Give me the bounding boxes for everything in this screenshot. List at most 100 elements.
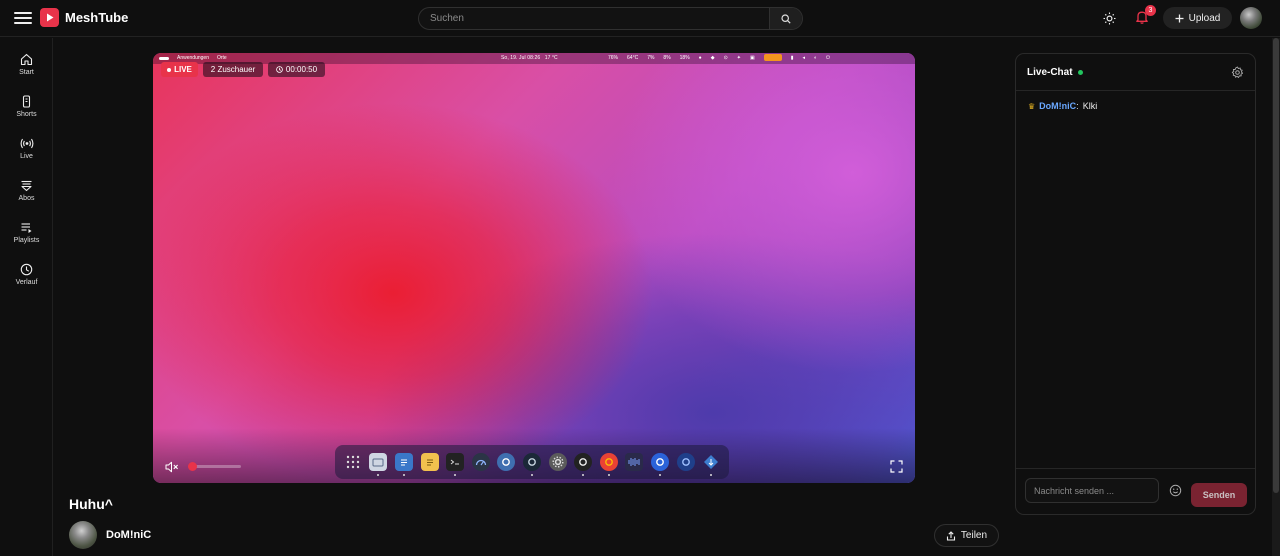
sidebar-item-verlauf[interactable]: Verlauf: [0, 255, 53, 293]
live-dot-icon: [167, 67, 172, 72]
remote-stat: 64°C: [627, 54, 639, 61]
video-title: Huhu^: [69, 496, 113, 512]
chat-separator: :: [1076, 101, 1079, 111]
remote-stat: 7%: [647, 54, 655, 61]
emoji-button[interactable]: [1169, 484, 1182, 497]
running-indicator: [530, 474, 533, 476]
launcher-icon: [344, 453, 362, 471]
share-icon: [946, 530, 955, 541]
fullscreen-button[interactable]: [890, 460, 903, 473]
remote-menu-item: Anwendungen: [177, 55, 209, 61]
sidebar-item-label: Verlauf: [15, 278, 38, 286]
remote-stat: 8%: [663, 54, 671, 61]
history-icon: [20, 263, 33, 275]
playlist-icon: [21, 222, 32, 233]
menu-icon[interactable]: [14, 10, 32, 26]
theme-toggle-button[interactable]: [1101, 10, 1118, 27]
elapsed-time: 00:00:50: [285, 65, 318, 74]
plus-icon: [1175, 14, 1184, 22]
channel-avatar[interactable]: [69, 521, 97, 549]
live-chat-panel: Live-Chat ♛ DoM!niC: Klki Senden: [1015, 53, 1256, 515]
search-input[interactable]: [419, 8, 769, 29]
remote-tray-icon: ⏻: [826, 54, 830, 61]
signal-icon: [650, 453, 669, 476]
audio-icon: [625, 453, 644, 471]
user-avatar[interactable]: [1240, 7, 1262, 29]
channel-name[interactable]: DoM!niC: [106, 529, 151, 541]
sidebar-item-live[interactable]: Live: [0, 129, 53, 167]
sidebar-item-label: Live: [20, 152, 33, 160]
dashboard-icon: [471, 453, 490, 471]
live-label: LIVE: [174, 65, 192, 74]
settings-icon: [548, 453, 567, 471]
sidebar-item-label: Shorts: [16, 110, 37, 118]
upload-label: Upload: [1188, 12, 1221, 24]
stream-screen: [153, 53, 915, 483]
chat-title: Live-Chat: [1027, 66, 1073, 78]
video-player[interactable]: Anwendungen Orte So, 19. Jul 08:26 17 °C…: [153, 53, 915, 483]
chat-header: Live-Chat: [1016, 54, 1255, 91]
remote-tray-icon: ◆: [710, 54, 715, 61]
running-indicator: [607, 474, 610, 476]
remote-stat: 18%: [679, 54, 690, 61]
shorts-icon: [22, 94, 31, 108]
share-label: Teilen: [960, 530, 988, 541]
sidebar-item-shorts[interactable]: Shorts: [0, 87, 53, 125]
chat-composer: Senden: [1016, 468, 1255, 514]
remote-menubar: Anwendungen Orte So, 19. Jul 08:26 17 °C…: [153, 53, 915, 64]
volume-muted-icon: [165, 461, 178, 473]
remote-tray-pill: [763, 54, 782, 61]
upload-button[interactable]: Upload: [1163, 7, 1232, 29]
remote-stat: 76%: [608, 54, 619, 61]
steam-icon: [522, 453, 541, 476]
send-button[interactable]: Senden: [1191, 483, 1247, 507]
play-logo-icon: [40, 8, 59, 27]
online-status-dot: [1077, 69, 1083, 75]
search-icon: [781, 13, 791, 24]
volume-handle[interactable]: [187, 462, 197, 471]
sidebar-item-start[interactable]: Start: [0, 45, 53, 83]
crown-icon: ♛: [1028, 101, 1036, 111]
remote-dock: [335, 445, 729, 479]
running-indicator: [377, 474, 380, 476]
top-bar: MeshTube 3 Upload: [0, 0, 1280, 37]
subscriptions-icon: [21, 180, 32, 191]
mute-button[interactable]: [165, 460, 179, 473]
running-indicator: [710, 474, 713, 476]
chat-message-input[interactable]: [1025, 478, 1159, 503]
sidebar-item-abos[interactable]: Abos: [0, 171, 53, 209]
finder-icon: [369, 453, 388, 476]
notification-badge: 3: [1145, 5, 1156, 16]
remote-logo-icon: [159, 56, 169, 60]
scrollbar-thumb[interactable]: [1273, 38, 1279, 493]
fullscreen-icon: [890, 460, 903, 473]
chat-message: ♛ DoM!niC: Klki: [1028, 101, 1097, 111]
search-button[interactable]: [769, 8, 802, 29]
remote-tray-icon: ◂: [802, 54, 805, 61]
remote-tray-icon: ●: [698, 54, 702, 61]
search-bar: [418, 7, 803, 30]
chrome-icon: [599, 453, 618, 476]
sidebar-item-label: Start: [19, 68, 34, 76]
remote-clock: So, 19. Jul 08:26: [501, 55, 541, 61]
remote-tray-icon: ◐: [813, 54, 818, 61]
remote-tray-icon: ✦: [736, 54, 741, 61]
page-scrollbar[interactable]: [1272, 38, 1280, 556]
volume-slider[interactable]: [187, 462, 241, 471]
proton-icon: [497, 453, 516, 471]
notes-icon: [420, 453, 439, 471]
remote-tray-icon: ▣: [749, 54, 755, 61]
live-icon: [20, 138, 33, 148]
logo[interactable]: MeshTube: [40, 8, 128, 27]
git-icon: [702, 453, 720, 476]
sidebar-item-playlists[interactable]: Playlists: [0, 213, 53, 251]
sidebar-item-label: Playlists: [13, 236, 40, 244]
files-icon: [394, 453, 413, 476]
chat-username[interactable]: DoM!niC: [1039, 101, 1076, 111]
chat-settings-button[interactable]: [1231, 66, 1244, 79]
stream-timer: 00:00:50: [268, 62, 325, 77]
browser-icon: [676, 453, 695, 471]
remote-weather: 17 °C: [544, 55, 558, 61]
live-badge: LIVE: [161, 62, 198, 77]
share-button[interactable]: Teilen: [934, 524, 999, 547]
